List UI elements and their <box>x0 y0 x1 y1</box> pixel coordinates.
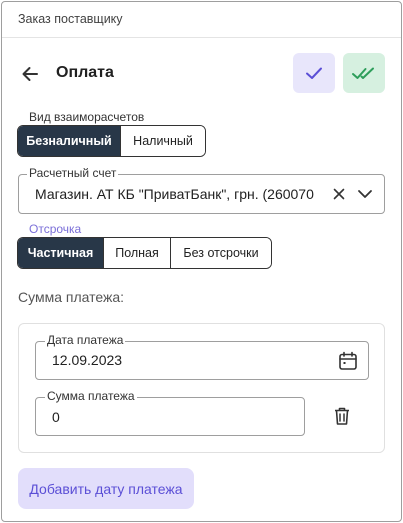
arrow-left-icon <box>22 67 38 81</box>
account-select[interactable]: Магазин. АТ КБ "ПриватБанк", грн. (26007… <box>18 174 385 214</box>
close-icon <box>333 188 345 200</box>
settlement-label: Вид взаиморасчетов <box>27 110 147 124</box>
deferral-option-partial[interactable]: Частичная <box>18 238 104 268</box>
payment-card: Дата платежа 12.09.2023 Сумма платежа 0 <box>18 323 385 453</box>
account-value: Магазин. АТ КБ "ПриватБанк", грн. (26007… <box>35 186 314 202</box>
trash-icon <box>335 407 349 425</box>
confirm-button[interactable] <box>293 53 335 93</box>
window-title: Заказ поставщику <box>18 12 123 26</box>
divider <box>2 37 401 38</box>
page-title: Оплата <box>56 64 114 81</box>
payment-date-label: Дата платежа <box>45 333 126 347</box>
deferral-option-none[interactable]: Без отсрочки <box>171 238 271 268</box>
calendar-icon <box>339 351 357 370</box>
payment-amount-label: Сумма платежа <box>45 389 137 403</box>
add-payment-date-button[interactable]: Добавить дату платежа <box>18 468 194 509</box>
payment-date-value: 12.09.2023 <box>52 352 123 368</box>
back-button[interactable] <box>16 60 44 88</box>
chevron-down-icon <box>358 190 372 198</box>
delete-payment-button[interactable] <box>331 405 353 427</box>
check-icon <box>306 67 322 79</box>
dropdown-button[interactable] <box>355 185 375 203</box>
double-check-icon <box>352 67 374 79</box>
deferral-label: Отсрочка <box>27 222 84 236</box>
payment-panel: Заказ поставщику Оплата Вид взаиморасчет… <box>1 1 402 522</box>
settlement-option-cash[interactable]: Наличный <box>121 126 205 156</box>
settlement-toggle: Безналичный Наличный <box>17 125 206 157</box>
account-label: Расчетный счет <box>27 166 119 180</box>
deferral-toggle: Частичная Полная Без отсрочки <box>17 237 272 269</box>
confirm-all-button[interactable] <box>343 53 385 93</box>
payment-heading: Сумма платежа: <box>18 289 125 305</box>
settlement-option-cashless[interactable]: Безналичный <box>18 126 121 156</box>
deferral-option-full[interactable]: Полная <box>104 238 171 268</box>
clear-button[interactable] <box>330 185 348 203</box>
payment-amount-value: 0 <box>52 409 60 425</box>
calendar-button[interactable] <box>337 350 359 372</box>
